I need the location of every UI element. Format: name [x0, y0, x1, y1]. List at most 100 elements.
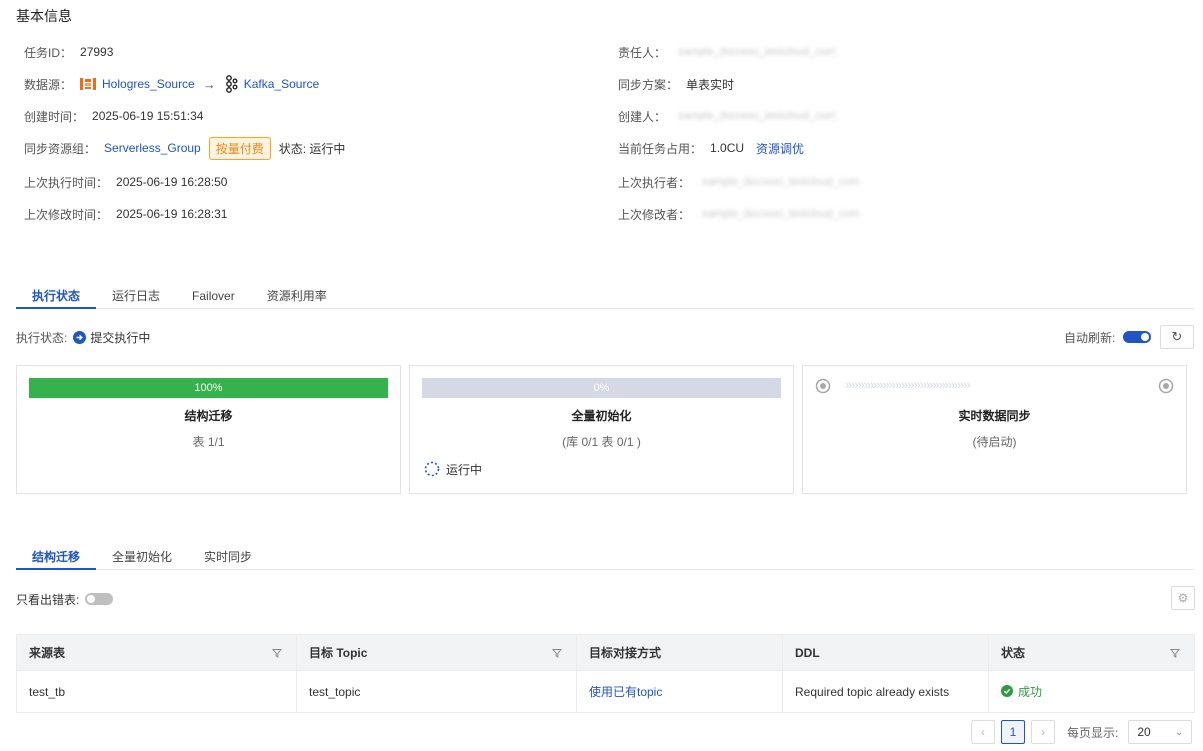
chevron-right-icon: › — [1041, 725, 1045, 739]
info-owner: 责任人： sample_docreso_testcloud_com — [618, 42, 836, 62]
auto-refresh-label: 自动刷新: — [1064, 330, 1116, 345]
full-init-sub: (库 0/1 表 0/1 ) — [562, 435, 641, 449]
tab-exec-status[interactable]: 执行状态 — [16, 283, 97, 309]
chevron-left-icon: ‹ — [981, 725, 985, 739]
chevron-down-icon: ⌄ — [1174, 726, 1184, 738]
per-page-select[interactable]: 20 ⌄ — [1128, 720, 1193, 744]
next-page-button[interactable]: › — [1031, 720, 1055, 744]
tab-run-log[interactable]: 运行日志 — [96, 283, 176, 308]
last-exec-time-label: 上次执行时间： — [24, 175, 109, 190]
full-init-running: 运行中 — [424, 459, 482, 479]
kafka-icon — [224, 75, 238, 93]
cell-mode-link[interactable]: 使用已有topic — [576, 670, 783, 713]
last-executor-value: sample_docreso_testcloud_com — [702, 176, 860, 188]
col-target-mode: 目标对接方式 — [576, 634, 783, 671]
info-datasource: 数据源： Hologres_Source → Kafka_Source — [24, 74, 319, 94]
filter-icon[interactable] — [272, 648, 282, 658]
end-target-icon — [1158, 378, 1174, 397]
tab-full-init[interactable]: 全量初始化 — [96, 544, 188, 569]
owner-label: 责任人： — [618, 45, 667, 60]
realtime-title: 实时数据同步 — [958, 409, 1031, 423]
submit-icon — [73, 330, 87, 344]
target-link[interactable]: Kafka_Source — [244, 77, 319, 91]
last-modified-time-label: 上次修改时间： — [24, 207, 109, 222]
filter-icon[interactable] — [1170, 648, 1180, 658]
info-last-exec-time: 上次执行时间： 2025-06-19 16:28:50 — [24, 172, 227, 192]
info-resource-group: 同步资源组： Serverless_Group 按量付费 状态: 运行中 — [24, 136, 346, 160]
info-task-id: 任务ID： 27993 — [24, 42, 113, 62]
per-page-label: 每页显示: — [1067, 725, 1119, 740]
structure-progress-text: 100% — [194, 382, 223, 394]
cell-status: 成功 — [988, 670, 1195, 713]
last-modifier-value: sample_docreso_testcloud_com — [702, 208, 860, 220]
auto-refresh: 自动刷新: — [1064, 327, 1152, 347]
owner-value: sample_docreso_testcloud_com — [678, 46, 836, 58]
col-status: 状态 — [988, 634, 1195, 671]
sub-tabs: 结构迁移 全量初始化 实时同步 — [16, 544, 1194, 570]
structure-progress-bar: 100% — [29, 378, 388, 398]
structure-sub: 表 1/1 — [192, 435, 225, 449]
resource-tuning-link[interactable]: 资源调优 — [756, 140, 804, 157]
info-sync-plan: 同步方案： 单表实时 — [618, 74, 734, 94]
spinner-icon — [424, 461, 440, 477]
pagination: ‹ 1 › 每页显示: 20 ⌄ — [971, 720, 1193, 744]
filter-icon[interactable] — [552, 648, 562, 658]
section-title: 基本信息 — [16, 8, 72, 24]
usage-label: 当前任务占用： — [618, 141, 703, 156]
full-init-progress-text: 0% — [593, 382, 610, 394]
card-realtime-sync: »»»»»»»»»»»»»»»»»»»» 实时数据同步 (待启动) — [802, 365, 1187, 494]
structure-title: 结构迁移 — [184, 409, 233, 423]
main-tabs: 执行状态 运行日志 Failover 资源利用率 — [16, 283, 1194, 309]
error-only-toggle[interactable] — [85, 593, 114, 605]
col-source-table: 来源表 — [16, 634, 297, 671]
arrow-right-icon: → — [202, 76, 216, 92]
tab-failover[interactable]: Failover — [176, 283, 251, 308]
chevron-track-icon: »»»»»»»»»»»»»»»»»»»» — [845, 377, 971, 392]
gear-icon: ⚙ — [1177, 591, 1189, 605]
table-row: test_tb test_topic 使用已有topic Required to… — [16, 670, 1195, 713]
resource-group-link[interactable]: Serverless_Group — [104, 141, 201, 155]
usage-value: 1.0CU — [710, 141, 745, 155]
full-init-running-text: 运行中 — [446, 462, 483, 477]
source-link[interactable]: Hologres_Source — [102, 77, 195, 91]
migration-table: 来源表 目标 Topic 目标对接方式 DDL 状态 test_tb test_… — [16, 634, 1195, 713]
refresh-button[interactable]: ↻ — [1160, 325, 1194, 349]
per-page-value: 20 — [1137, 725, 1151, 739]
datasource-label: 数据源： — [24, 77, 73, 92]
full-init-title: 全量初始化 — [571, 409, 632, 423]
resource-group-label: 同步资源组： — [24, 141, 97, 156]
last-modifier-label: 上次修改者： — [618, 207, 691, 222]
prev-page-button[interactable]: ‹ — [971, 720, 995, 744]
col-ddl: DDL — [782, 634, 989, 671]
cell-source: test_tb — [16, 670, 297, 713]
full-init-progress-bar: 0% — [422, 378, 781, 398]
table-header-row: 来源表 目标 Topic 目标对接方式 DDL 状态 — [16, 634, 1195, 671]
error-only-label: 只看出错表: — [16, 592, 80, 607]
tab-realtime-sync[interactable]: 实时同步 — [188, 544, 268, 569]
exec-status-label: 执行状态: — [16, 330, 68, 345]
card-full-init: 0% 全量初始化 (库 0/1 表 0/1 ) 运行中 — [409, 365, 794, 494]
created-time-label: 创建时间： — [24, 109, 85, 124]
info-creator: 创建人： sample_docreso_testcloud_com — [618, 106, 836, 126]
last-executor-label: 上次执行者： — [618, 175, 691, 190]
created-time-value: 2025-06-19 15:51:34 — [92, 109, 204, 123]
realtime-sub: (待启动) — [972, 435, 1017, 449]
success-icon — [1001, 685, 1013, 698]
start-target-icon — [815, 378, 831, 397]
creator-value: sample_docreso_testcloud_com — [678, 110, 836, 122]
sync-plan-value: 单表实时 — [686, 77, 735, 92]
page-1-button[interactable]: 1 — [1001, 720, 1025, 744]
info-last-modified-time: 上次修改时间： 2025-06-19 16:28:31 — [24, 204, 227, 224]
card-structure-migration: 100% 结构迁移 表 1/1 — [16, 365, 401, 494]
settings-button[interactable]: ⚙ — [1171, 586, 1195, 610]
info-usage: 当前任务占用： 1.0CU 资源调优 — [618, 138, 804, 158]
resource-group-status: 状态: 运行中 — [278, 141, 346, 156]
tab-structure-migration[interactable]: 结构迁移 — [16, 544, 97, 570]
status-text: 成功 — [1018, 684, 1043, 699]
info-last-modifier: 上次修改者： sample_docreso_testcloud_com — [618, 204, 860, 224]
sync-plan-label: 同步方案： — [618, 77, 679, 92]
auto-refresh-toggle[interactable] — [1123, 331, 1152, 343]
tab-resource-usage[interactable]: 资源利用率 — [251, 283, 343, 308]
task-id-value: 27993 — [80, 45, 114, 59]
col-target-topic: 目标 Topic — [296, 634, 577, 671]
